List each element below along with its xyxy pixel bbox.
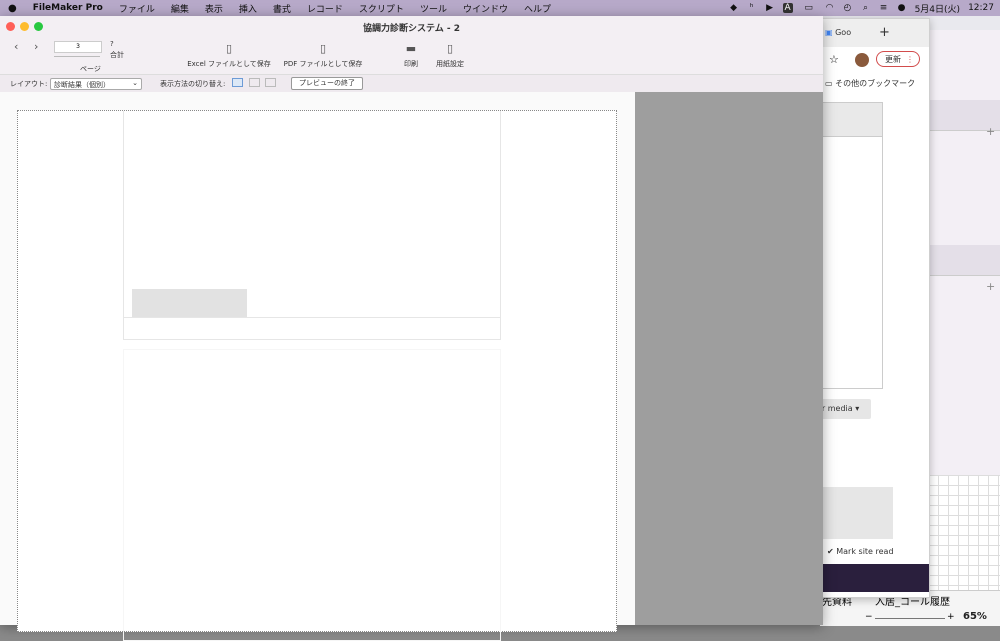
zoom-out-button[interactable]: − (865, 612, 873, 622)
layout-body-box (123, 111, 501, 340)
clock-time[interactable]: 12:27 (968, 3, 994, 13)
background-grid-sheet (928, 475, 1000, 595)
menu-edit[interactable]: 編集 (163, 2, 197, 15)
table-view-icon[interactable] (265, 78, 276, 87)
view-as-caption: 表示方法の切り替え: (160, 80, 226, 88)
new-tab-button[interactable]: + (879, 25, 890, 40)
print-button[interactable]: ▬ 印刷 (398, 42, 424, 69)
save-excel-button[interactable]: ▯ Excel ファイルとして保存 (185, 42, 273, 69)
menu-scripts[interactable]: スクリプト (351, 2, 412, 15)
exit-preview-button[interactable]: プレビューの終了 (291, 77, 363, 90)
add-sheet-icon-2[interactable]: + (986, 280, 995, 293)
time-machine-icon[interactable]: ◴ (843, 3, 853, 13)
control-center-icon[interactable]: ≡ (879, 3, 889, 13)
input-method-icon[interactable]: A (782, 3, 793, 13)
form-view-icon[interactable] (232, 78, 243, 87)
preview-area (0, 92, 823, 641)
page-setup-icon: ▯ (446, 42, 454, 55)
clock-date[interactable]: 5月4日(火) (915, 2, 960, 15)
siri-icon[interactable]: ● (897, 3, 907, 13)
menu-window[interactable]: ウインドウ (455, 2, 516, 15)
menu-tools[interactable]: ツール (412, 2, 455, 15)
excel-file-icon: ▯ (225, 42, 233, 55)
menu-dots-icon: ⋮ (906, 55, 914, 64)
chrome-window: ▣ Goo + ☆ 更新 ⋮ ▭ その他のブックマーク er media ▾ ✔… (817, 18, 930, 598)
list-view-icon[interactable] (249, 78, 260, 87)
other-bookmarks[interactable]: ▭ その他のブックマーク (825, 78, 915, 89)
next-page-icon[interactable]: › (34, 40, 38, 53)
filemaker-window: 協調力診断システム - 2 ‹ › 3 ページ ? 合計 ▯ Excel ファイ… (0, 16, 823, 641)
bookmark-star-icon[interactable]: ☆ (829, 53, 839, 66)
update-button[interactable]: 更新 ⋮ (876, 51, 920, 67)
faint-layout-box (123, 349, 501, 641)
gray-field-block (132, 289, 247, 317)
zoom-in-button[interactable]: + (947, 612, 955, 622)
zoom-slider[interactable] (875, 618, 945, 619)
layout-bar: レイアウト: 診断結果（個別） ⌄ 表示方法の切り替え: プレビューの終了 (0, 74, 823, 94)
browser-tab[interactable]: ▣ Goo (825, 28, 851, 37)
folder-icon: ▭ (825, 79, 833, 88)
total-caption: 合計 (110, 51, 124, 59)
page-slider[interactable] (54, 56, 100, 57)
menu-insert[interactable]: 挿入 (231, 2, 265, 15)
dropbox-icon[interactable]: ◆ (729, 3, 739, 13)
battery-icon[interactable]: ▭ (801, 3, 817, 13)
pdf-file-icon: ▯ (319, 42, 327, 55)
page-setup-button[interactable]: ▯ 用紙設定 (434, 42, 466, 69)
page-caption: ページ (80, 65, 101, 73)
previous-page-icon[interactable]: ‹ (14, 40, 18, 53)
spotlight-search-icon[interactable]: ⌕ (861, 3, 871, 13)
menu-records[interactable]: レコード (299, 2, 351, 15)
window-title: 協調力診断システム - 2 (363, 24, 460, 34)
profile-avatar[interactable] (855, 53, 869, 67)
wifi-icon[interactable]: ◠ (825, 3, 835, 13)
page-number-field[interactable]: 3 (54, 41, 102, 53)
menu-file[interactable]: ファイル (111, 2, 163, 15)
apple-icon[interactable]: ● (0, 3, 25, 14)
media-button[interactable]: er media ▾ (817, 399, 871, 419)
background-spreadsheet-window: + + (928, 30, 1000, 475)
total-records: ? (110, 40, 114, 48)
zoom-level: 65% (963, 611, 987, 622)
purple-footer-bar (821, 564, 929, 592)
content-panel (821, 102, 883, 389)
add-sheet-icon[interactable]: + (986, 125, 995, 138)
google-docs-icon: ▣ (825, 28, 833, 37)
mark-site-read[interactable]: ✔ Mark site read (827, 547, 894, 556)
layout-divider (124, 317, 500, 318)
printer-icon: ▬ (405, 42, 417, 55)
toolbar: 協調力診断システム - 2 ‹ › 3 ページ ? 合計 ▯ Excel ファイ… (0, 16, 823, 74)
menu-format[interactable]: 書式 (265, 2, 299, 15)
print-page (17, 110, 617, 641)
layout-select[interactable]: 診断結果（個別） ⌄ (50, 78, 142, 90)
save-pdf-button[interactable]: ▯ PDF ファイルとして保存 (280, 42, 366, 69)
checkmark-icon: ✔ (827, 547, 834, 556)
menubar: ● FileMaker Pro ファイル 編集 表示 挿入 書式 レコード スク… (0, 0, 1000, 16)
chevron-down-icon: ⌄ (132, 79, 138, 87)
menu-app-name[interactable]: FileMaker Pro (25, 3, 111, 13)
page-canvas[interactable] (0, 92, 635, 641)
menu-view[interactable]: 表示 (197, 2, 231, 15)
play-icon[interactable]: ▶ (765, 3, 775, 13)
layout-caption: レイアウト: (10, 80, 48, 88)
menu-help[interactable]: ヘルプ (516, 2, 559, 15)
status-app-icon[interactable]: ʰ (747, 3, 757, 13)
